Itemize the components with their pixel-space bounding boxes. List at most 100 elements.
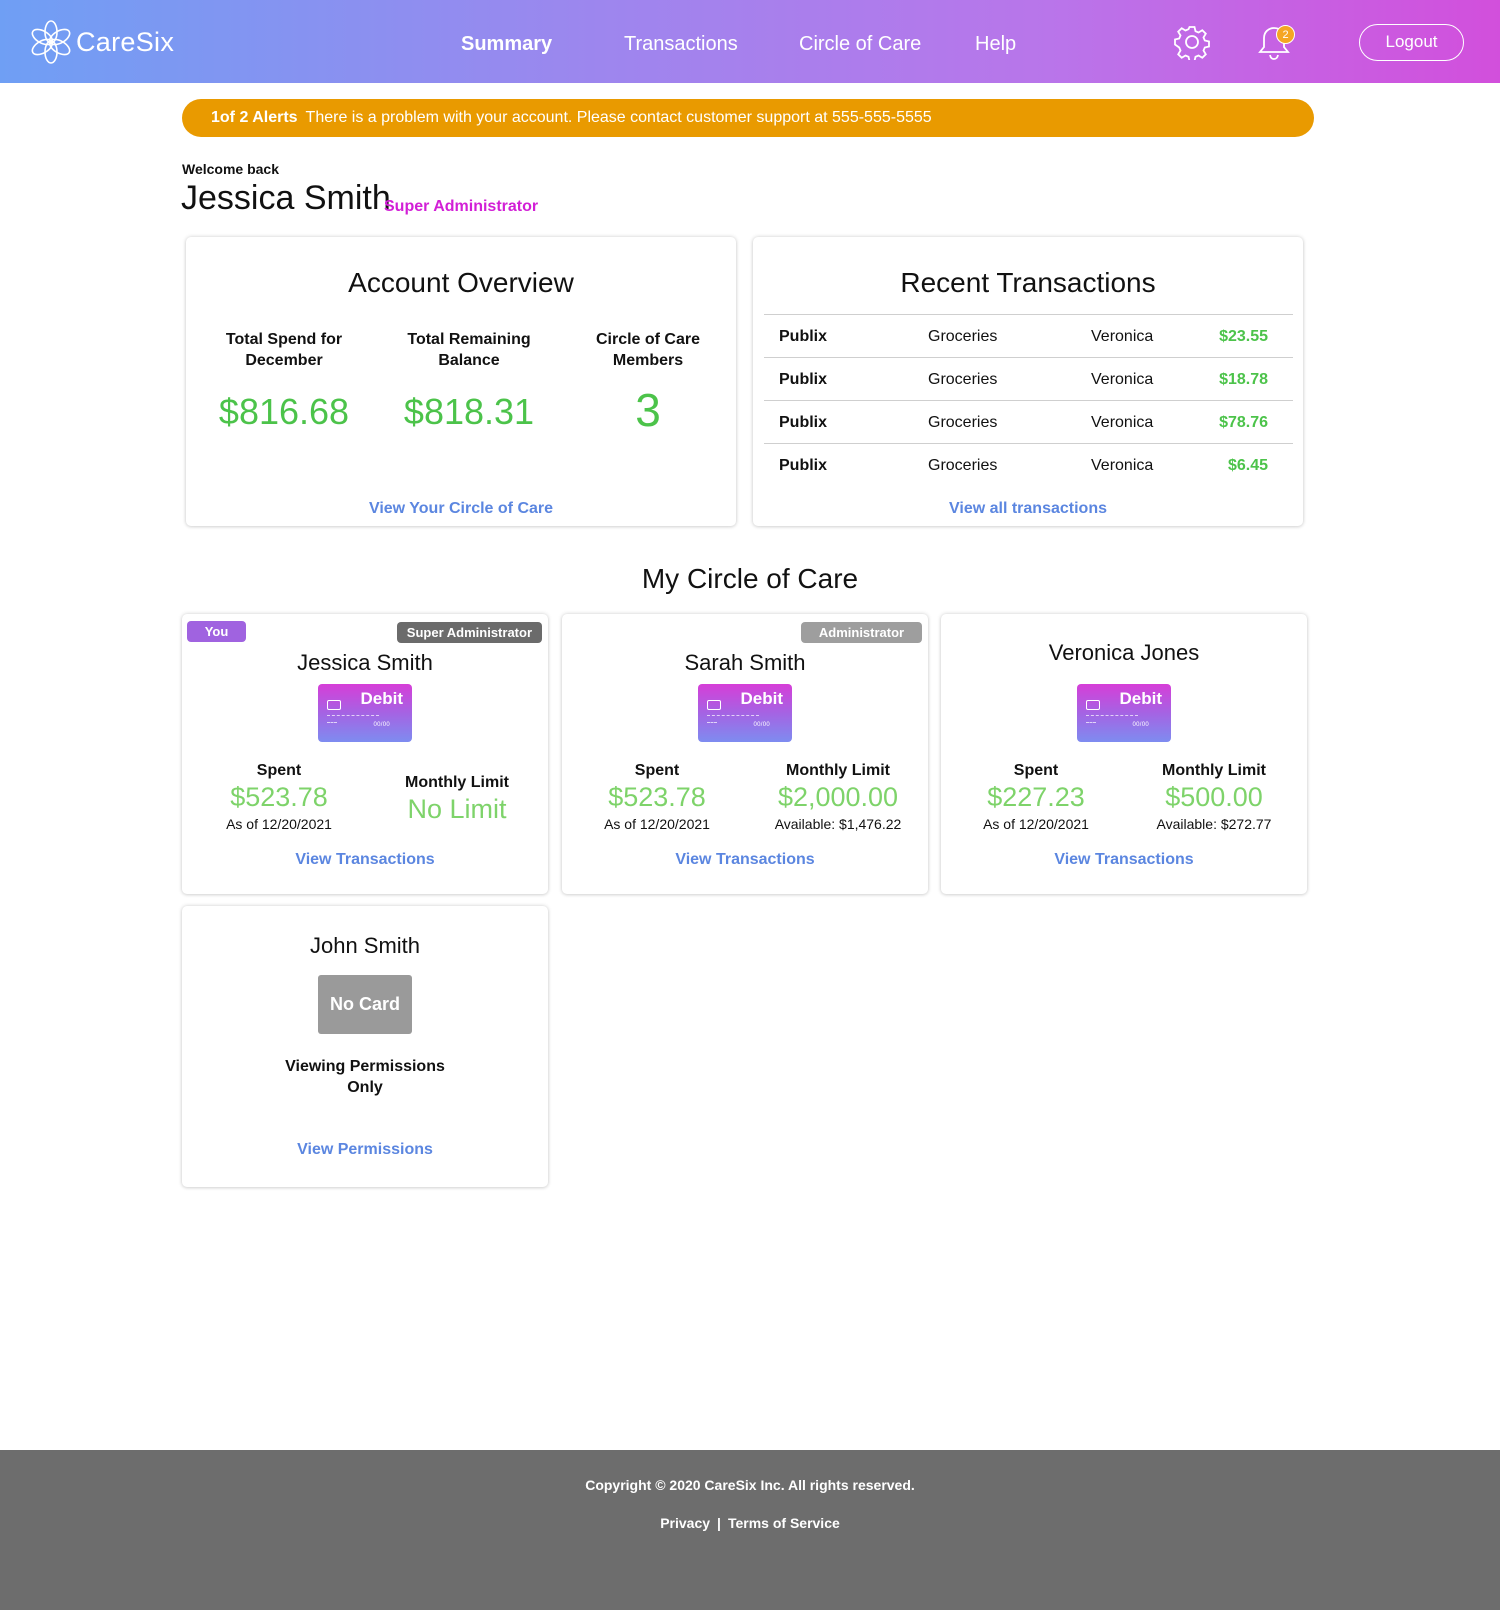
stat-value: $816.68 bbox=[218, 391, 350, 432]
spent-value: $227.23 bbox=[987, 782, 1085, 812]
nav-transactions[interactable]: Transactions bbox=[624, 33, 738, 56]
member-name: Sarah Smith bbox=[684, 650, 806, 675]
merchant-cell: Publix bbox=[779, 414, 828, 431]
card-number-line bbox=[327, 715, 379, 716]
nav-summary[interactable]: Summary bbox=[461, 33, 552, 56]
top-nav-bar: CareSix Summary Transactions Circle of C… bbox=[0, 0, 1500, 83]
view-circle-of-care-link[interactable]: View Your Circle of Care bbox=[186, 500, 736, 518]
debit-card-image[interactable]: Debit 00/00 bbox=[318, 684, 412, 742]
account-overview-card: Account Overview Total Spend for Decembe… bbox=[186, 237, 736, 526]
card-chip-icon bbox=[1086, 700, 1100, 710]
merchant-cell: Publix bbox=[779, 371, 828, 388]
limit-value: $500.00 bbox=[1165, 782, 1263, 812]
no-card-placeholder: No Card bbox=[318, 975, 412, 1034]
role-badge: Administrator bbox=[801, 622, 922, 643]
spent-as-of: As of 12/20/2021 bbox=[983, 816, 1089, 832]
card-chip-icon bbox=[327, 700, 341, 710]
view-transactions-link[interactable]: View Transactions bbox=[941, 851, 1307, 869]
limit-label: Monthly Limit bbox=[786, 762, 890, 779]
card-type-label: Debit bbox=[360, 689, 404, 708]
stat-members: Circle of Care Members 3 bbox=[563, 329, 733, 437]
view-permissions-link[interactable]: View Permissions bbox=[182, 1141, 548, 1159]
nav-help[interactable]: Help bbox=[975, 33, 1016, 56]
spent-block: Spent $227.23 As of 12/20/2021 bbox=[951, 762, 1121, 832]
limit-block: Monthly Limit $500.00 Available: $272.77 bbox=[1129, 762, 1299, 832]
stat-total-spend: Total Spend for December $816.68 bbox=[199, 329, 369, 433]
amount-cell: $78.76 bbox=[1219, 414, 1268, 431]
limit-value: $2,000.00 bbox=[777, 782, 899, 812]
brand-logo[interactable]: CareSix bbox=[28, 19, 174, 65]
category-cell: Groceries bbox=[928, 414, 998, 431]
card-chip-icon bbox=[707, 700, 721, 710]
card-type-label: Debit bbox=[740, 689, 784, 708]
card-expiry: 00/00 bbox=[373, 722, 390, 728]
privacy-link[interactable]: Privacy bbox=[660, 1515, 710, 1531]
spent-value: $523.78 bbox=[230, 782, 328, 812]
permission-text: Viewing Permissions Only bbox=[285, 1058, 445, 1096]
stat-label: Circle of Care Members bbox=[595, 331, 701, 369]
member-card-veronica: Veronica Jones Debit 00/00 Spent $227.23… bbox=[941, 614, 1307, 894]
table-row[interactable]: Publix Groceries Veronica $6.45 bbox=[764, 443, 1293, 486]
view-all-transactions-link[interactable]: View all transactions bbox=[753, 500, 1303, 518]
role-badge: Super Administrator bbox=[396, 622, 542, 643]
logout-button[interactable]: Logout bbox=[1359, 24, 1464, 61]
spent-value: $523.78 bbox=[608, 782, 706, 812]
table-row[interactable]: Publix Groceries Veronica $78.76 bbox=[764, 400, 1293, 443]
amount-cell: $23.55 bbox=[1219, 328, 1268, 345]
limit-block: Monthly Limit $2,000.00 Available: $1,47… bbox=[753, 762, 923, 832]
table-row[interactable]: Publix Groceries Veronica $18.78 bbox=[764, 357, 1293, 400]
recent-transactions-title: Recent Transactions bbox=[900, 267, 1156, 298]
member-name: John Smith bbox=[309, 933, 421, 958]
member-name: Veronica Jones bbox=[1048, 640, 1200, 665]
member-cell: Veronica bbox=[1091, 371, 1154, 388]
member-card-jessica: You Super Administrator Jessica Smith De… bbox=[182, 614, 548, 894]
gear-icon[interactable] bbox=[1174, 24, 1210, 60]
flower-logo-icon bbox=[31, 20, 71, 64]
spent-label: Spent bbox=[1013, 762, 1059, 779]
page-footer: Copyright © 2020 CareSix Inc. All rights… bbox=[0, 1450, 1500, 1610]
debit-card-image[interactable]: Debit 00/00 bbox=[1077, 684, 1171, 742]
stat-label: Total Remaining Balance bbox=[407, 331, 531, 369]
notification-count-badge: 2 bbox=[1276, 25, 1295, 44]
stat-value: 3 bbox=[635, 384, 661, 436]
nav-circle-of-care[interactable]: Circle of Care bbox=[799, 33, 921, 56]
limit-value: No Limit bbox=[407, 794, 507, 824]
merchant-cell: Publix bbox=[779, 457, 828, 474]
category-cell: Groceries bbox=[928, 457, 998, 474]
card-number-line bbox=[707, 715, 759, 716]
account-overview-title: Account Overview bbox=[348, 267, 574, 298]
terms-link[interactable]: Terms of Service bbox=[728, 1515, 840, 1531]
debit-card-image[interactable]: Debit 00/00 bbox=[698, 684, 792, 742]
member-name: Jessica Smith bbox=[297, 650, 433, 675]
category-cell: Groceries bbox=[928, 328, 998, 345]
limit-block: Monthly Limit No Limit bbox=[372, 774, 542, 825]
alert-counter: 1of 2 Alerts bbox=[211, 109, 298, 126]
member-card-john: John Smith No Card Viewing Permissions O… bbox=[182, 906, 548, 1187]
circle-of-care-title: My Circle of Care bbox=[641, 563, 859, 594]
stat-value: $818.31 bbox=[403, 391, 535, 432]
member-cell: Veronica bbox=[1091, 328, 1154, 345]
card-number-line bbox=[327, 722, 337, 723]
recent-transactions-card: Recent Transactions Publix Groceries Ver… bbox=[753, 237, 1303, 526]
member-cell: Veronica bbox=[1091, 414, 1154, 431]
spent-as-of: As of 12/20/2021 bbox=[604, 816, 710, 832]
footer-separator: | bbox=[717, 1515, 721, 1531]
available-amount: Available: $1,476.22 bbox=[774, 816, 902, 832]
view-transactions-link[interactable]: View Transactions bbox=[562, 851, 928, 869]
stat-label: Total Spend for December bbox=[225, 331, 343, 369]
transactions-table: Publix Groceries Veronica $23.55 Publix … bbox=[764, 314, 1293, 486]
spent-as-of: As of 12/20/2021 bbox=[226, 816, 332, 832]
stat-remaining-balance: Total Remaining Balance $818.31 bbox=[384, 329, 554, 433]
card-expiry: 00/00 bbox=[753, 722, 770, 728]
spent-block: Spent $523.78 As of 12/20/2021 bbox=[194, 762, 364, 832]
amount-cell: $18.78 bbox=[1219, 371, 1268, 388]
brand-name: CareSix bbox=[76, 26, 175, 57]
spent-block: Spent $523.78 As of 12/20/2021 bbox=[572, 762, 742, 832]
card-expiry: 00/00 bbox=[1132, 722, 1149, 728]
limit-label: Monthly Limit bbox=[1162, 762, 1266, 779]
spent-label: Spent bbox=[634, 762, 680, 779]
view-transactions-link[interactable]: View Transactions bbox=[182, 851, 548, 869]
card-number-line bbox=[1086, 722, 1096, 723]
alert-banner[interactable]: 1of 2 Alerts There is a problem with your… bbox=[182, 99, 1314, 137]
table-row[interactable]: Publix Groceries Veronica $23.55 bbox=[764, 314, 1293, 357]
